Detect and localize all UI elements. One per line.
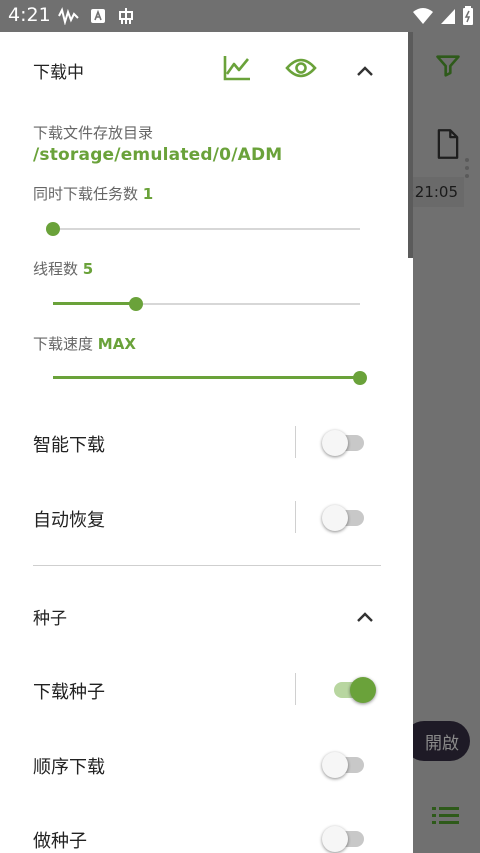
list-icon[interactable] xyxy=(432,804,460,832)
download-torrent-label: 下载种子 xyxy=(33,682,105,703)
chevron-up-icon[interactable] xyxy=(356,62,374,81)
speed-value: MAX xyxy=(97,335,136,353)
dir-label: 下载文件存放目录 xyxy=(33,124,154,142)
open-button[interactable]: 開啟 xyxy=(404,721,470,761)
file-icon[interactable] xyxy=(434,128,462,164)
auto-resume-toggle[interactable] xyxy=(322,502,368,532)
drawer-scrollbar[interactable] xyxy=(408,32,413,258)
auto-resume-label: 自动恢复 xyxy=(33,510,105,531)
downloading-section-title: 下载中 xyxy=(33,63,84,83)
status-bar: 4:21 xyxy=(0,0,480,32)
sequential-label: 顺序下载 xyxy=(33,757,105,778)
dir-path[interactable]: /storage/emulated/0/ADM xyxy=(33,145,282,165)
concurrent-label: 同时下载任务数 xyxy=(33,185,139,203)
toggle-thumb xyxy=(322,826,348,852)
download-torrent-toggle[interactable] xyxy=(330,674,376,704)
concurrent-value: 1 xyxy=(142,185,154,203)
threads-label-row: 线程数 5 xyxy=(33,258,93,279)
system-icons xyxy=(412,6,474,30)
chart-icon[interactable] xyxy=(222,54,252,86)
concurrent-label-row: 同时下载任务数 1 xyxy=(33,183,153,204)
status-time: 4:21 xyxy=(8,4,51,26)
slider-thumb[interactable] xyxy=(46,222,60,236)
slider-fill xyxy=(53,376,360,379)
slider-track xyxy=(53,228,360,230)
slider-thumb[interactable] xyxy=(128,297,143,311)
chevron-up-icon[interactable] xyxy=(356,608,374,627)
divider xyxy=(295,501,296,533)
wifi-icon xyxy=(412,7,434,29)
more-vert-icon[interactable] xyxy=(465,158,469,182)
concurrent-slider[interactable] xyxy=(46,222,360,236)
eye-icon[interactable] xyxy=(285,56,317,84)
seeding-toggle[interactable] xyxy=(322,823,368,853)
divider xyxy=(295,426,296,458)
slider-thumb[interactable] xyxy=(353,371,367,385)
speed-label-row: 下载速度 MAX xyxy=(33,333,136,354)
bug-icon xyxy=(116,6,136,30)
sequential-toggle[interactable] xyxy=(322,749,368,779)
threads-value: 5 xyxy=(82,260,94,278)
threads-label: 线程数 xyxy=(33,260,79,278)
slider-fill xyxy=(53,302,136,305)
toggle-thumb xyxy=(350,677,376,703)
battery-icon xyxy=(462,6,474,30)
settings-drawer: 下载中 下载文件存放目录 /storage/emulated/0/ADM 同时下… xyxy=(0,32,413,853)
notification-icons xyxy=(58,6,136,30)
background-time-text: :21:05 xyxy=(410,177,464,207)
threads-slider[interactable] xyxy=(53,297,360,311)
smart-download-label: 智能下载 xyxy=(33,435,105,456)
torrent-section-title: 种子 xyxy=(33,609,67,629)
section-divider xyxy=(33,565,381,566)
signal-wave-icon xyxy=(58,7,80,29)
cell-signal-icon xyxy=(440,7,456,29)
toggle-thumb xyxy=(322,505,348,531)
filter-icon[interactable] xyxy=(434,52,462,84)
smart-download-toggle[interactable] xyxy=(322,427,368,457)
divider xyxy=(295,673,296,705)
toggle-thumb xyxy=(322,430,348,456)
speed-label: 下载速度 xyxy=(33,335,94,353)
app-a-icon xyxy=(90,8,106,28)
seeding-label: 做种子 xyxy=(33,831,87,852)
speed-slider[interactable] xyxy=(53,371,367,385)
toggle-thumb xyxy=(322,752,348,778)
